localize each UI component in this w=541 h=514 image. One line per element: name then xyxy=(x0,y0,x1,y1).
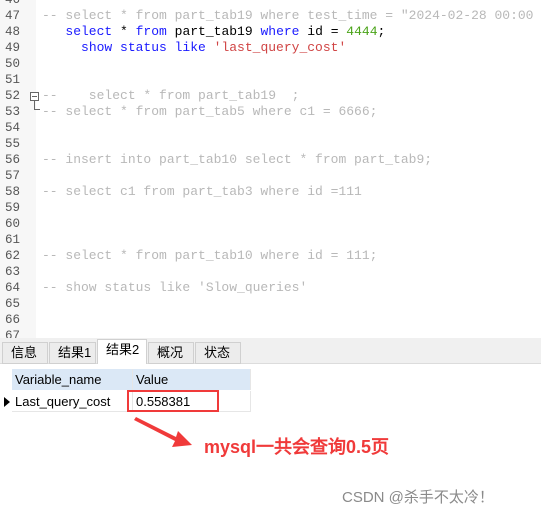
code-line[interactable]: 59 xyxy=(0,200,541,216)
token-plain: * xyxy=(112,24,136,39)
code-text: -- select * from part_tab19 ; xyxy=(42,88,299,104)
line-number: 51 xyxy=(5,73,21,87)
arrow-icon xyxy=(134,417,192,447)
code-text: -- select c1 from part_tab3 where id =11… xyxy=(42,184,362,200)
code-text: -- insert into part_tab10 select * from … xyxy=(42,152,432,168)
code-line[interactable]: 62 -- select * from part_tab10 where id =… xyxy=(0,248,541,264)
token-comment: -- select * from part_tab19 where test_t… xyxy=(42,8,534,23)
code-text: -- select * from part_tab10 where id = 1… xyxy=(42,248,377,264)
code-line[interactable]: 46 xyxy=(0,0,541,8)
code-text: -- select * from part_tab19 where test_t… xyxy=(42,8,533,24)
line-number: 63 xyxy=(5,265,21,279)
line-number: 61 xyxy=(5,233,21,247)
line-number: 47 xyxy=(5,9,21,23)
token-kw: show status like xyxy=(81,40,214,55)
line-number: 55 xyxy=(5,137,21,151)
line-number: 59 xyxy=(5,201,21,215)
code-line[interactable]: 57 xyxy=(0,168,541,184)
token-str: 'last_query_cost' xyxy=(213,40,347,55)
token-comment: -- select * from part_tab19 ; xyxy=(42,88,300,103)
code-line[interactable]: 50 xyxy=(0,56,541,72)
watermark: CSDN @杀手不太冷！ xyxy=(342,489,494,506)
result-tabs: 信息 结果1 结果2 概况 状态 xyxy=(0,338,541,364)
line-number: 56 xyxy=(5,153,21,167)
line-number: 48 xyxy=(5,25,21,39)
line-number: 52 xyxy=(5,89,21,103)
code-line[interactable]: 67 xyxy=(0,328,541,338)
tab-label: 信息 xyxy=(11,345,38,360)
token-comment: -- select * from part_tab5 where c1 = 66… xyxy=(42,104,378,119)
fold-toggle-icon[interactable] xyxy=(30,92,39,101)
line-number: 57 xyxy=(5,169,21,183)
token-num: 4444 xyxy=(346,24,378,39)
line-number: 54 xyxy=(5,121,21,135)
line-number: 58 xyxy=(5,185,21,199)
token-kw: select xyxy=(65,24,113,39)
line-number: 49 xyxy=(5,41,21,55)
code-line[interactable]: 48 select * from part_tab19 where id = 4… xyxy=(0,24,541,40)
line-number: 67 xyxy=(5,329,21,338)
tab-info[interactable]: 信息 xyxy=(2,342,48,364)
code-line[interactable]: 66 xyxy=(0,312,541,328)
tab-status[interactable]: 状态 xyxy=(195,342,241,364)
code-text: -- show status like 'Slow_queries' xyxy=(42,280,307,296)
line-number: 50 xyxy=(5,57,21,71)
line-number: 64 xyxy=(5,281,21,295)
code-line[interactable]: 61 xyxy=(0,232,541,248)
code-line[interactable]: 63 xyxy=(0,264,541,280)
token-comment: -- select * from part_tab10 where id = 1… xyxy=(42,248,378,263)
line-number: 46 xyxy=(5,0,21,7)
annotation-text: mysql一共会查询0.5页 xyxy=(204,437,390,457)
token-comment: -- select c1 from part_tab3 where id =11… xyxy=(42,184,362,199)
token-kw: from xyxy=(135,24,167,39)
tab-label: 状态 xyxy=(204,345,231,360)
token-plain: id = xyxy=(299,24,347,39)
column-header-value[interactable]: Value xyxy=(133,369,251,390)
token-comment: -- show status like 'Slow_queries' xyxy=(42,280,308,295)
tab-result2[interactable]: 结果2 xyxy=(97,339,147,364)
tab-overview[interactable]: 概况 xyxy=(148,342,194,364)
tab-result1[interactable]: 结果1 xyxy=(49,342,96,364)
code-line[interactable]: 60 xyxy=(0,216,541,232)
cell-variable-name[interactable]: Last_query_cost xyxy=(12,391,133,412)
current-row-indicator-icon xyxy=(4,397,10,407)
code-line[interactable]: 65 xyxy=(0,296,541,312)
code-line[interactable]: 51 xyxy=(0,72,541,88)
code-line[interactable]: 58 -- select c1 from part_tab3 where id =… xyxy=(0,184,541,200)
code-line[interactable]: 52 -- select * from part_tab19 ; xyxy=(0,88,541,104)
code-text: show status like 'last_query_cost' xyxy=(42,40,346,56)
token-plain: part_tab19 xyxy=(166,24,261,39)
tab-label: 结果1 xyxy=(58,345,92,360)
token-kw: where xyxy=(260,24,300,39)
code-line[interactable]: 53 -- select * from part_tab5 where c1 = … xyxy=(0,104,541,120)
token-comment: -- insert into part_tab10 select * from … xyxy=(42,152,433,167)
sql-editor[interactable]: 46 47 -- select * from part_tab19 where te… xyxy=(0,0,541,338)
line-number: 62 xyxy=(5,249,21,263)
code-text: select * from part_tab19 where id = 4444… xyxy=(42,24,385,40)
code-line[interactable]: 64 -- show status like 'Slow_queries' xyxy=(0,280,541,296)
code-text: -- select * from part_tab5 where c1 = 66… xyxy=(42,104,377,120)
tab-label: 结果2 xyxy=(106,342,140,357)
code-line[interactable]: 56 -- insert into part_tab10 select * fro… xyxy=(0,152,541,168)
code-line[interactable]: 54 xyxy=(0,120,541,136)
line-number: 60 xyxy=(5,217,21,231)
token-plain: ; xyxy=(377,24,386,39)
code-line[interactable]: 55 xyxy=(0,136,541,152)
code-line[interactable]: 49 show status like 'last_query_cost' xyxy=(0,40,541,56)
line-number: 53 xyxy=(5,105,21,119)
line-number: 66 xyxy=(5,313,21,327)
tab-label: 概况 xyxy=(157,345,184,360)
highlight-box xyxy=(127,390,219,412)
line-number: 65 xyxy=(5,297,21,311)
column-header-variable-name[interactable]: Variable_name xyxy=(12,369,133,390)
code-line[interactable]: 47 -- select * from part_tab19 where test… xyxy=(0,8,541,24)
